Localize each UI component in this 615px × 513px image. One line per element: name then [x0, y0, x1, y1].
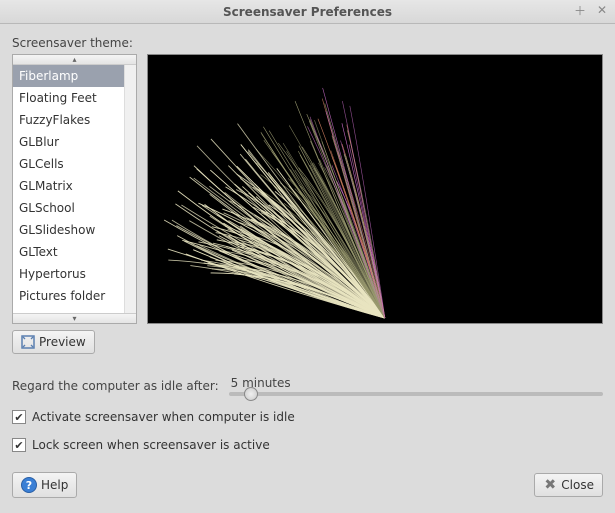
list-item[interactable]: GLSlideshow [13, 219, 124, 241]
titlebar-buttons: ＋ ✕ [573, 3, 609, 17]
close-window-icon[interactable]: ✕ [595, 3, 609, 17]
help-icon: ? [21, 477, 37, 493]
titlebar: Screensaver Preferences ＋ ✕ [0, 0, 615, 24]
preview-button-label: Preview [39, 335, 86, 349]
window-body: Screensaver theme: ▴ FiberlampFloating F… [0, 24, 615, 510]
slider-thumb[interactable] [244, 387, 258, 401]
preview-button[interactable]: Preview [12, 330, 95, 354]
list-item[interactable]: Floating Feet [13, 87, 124, 109]
preview-pane [147, 54, 603, 324]
list-item[interactable]: Pictures folder [13, 285, 124, 307]
top-row: ▴ FiberlampFloating FeetFuzzyFlakesGLBlu… [12, 54, 603, 354]
close-icon: ✖ [543, 478, 557, 492]
idle-label: Regard the computer as idle after: [12, 379, 219, 393]
theme-label: Screensaver theme: [12, 36, 603, 50]
idle-row: Regard the computer as idle after: 5 min… [12, 376, 603, 396]
theme-list: FiberlampFloating FeetFuzzyFlakesGLBlurG… [13, 65, 124, 313]
activate-checkbox[interactable]: ✔ [12, 410, 26, 424]
fiberlamp-preview [148, 55, 602, 323]
list-item[interactable]: Hypertorus [13, 263, 124, 285]
idle-value: 5 minutes [231, 376, 603, 390]
activate-label: Activate screensaver when computer is id… [32, 410, 295, 424]
lock-checkbox[interactable]: ✔ [12, 438, 26, 452]
list-item[interactable]: GLSchool [13, 197, 124, 219]
list-item[interactable]: GLBlur [13, 131, 124, 153]
scrollbar[interactable] [124, 65, 136, 313]
help-button-label: Help [41, 478, 68, 492]
theme-column: ▴ FiberlampFloating FeetFuzzyFlakesGLBlu… [12, 54, 137, 354]
slider-block: 5 minutes [229, 376, 603, 396]
theme-listbox[interactable]: ▴ FiberlampFloating FeetFuzzyFlakesGLBlu… [12, 54, 137, 324]
list-item[interactable]: GLCells [13, 153, 124, 175]
idle-slider[interactable] [229, 392, 603, 396]
lock-label: Lock screen when screensaver is active [32, 438, 270, 452]
list-item[interactable]: GLText [13, 241, 124, 263]
list-item[interactable]: Fiberlamp [13, 65, 124, 87]
minimize-icon[interactable]: ＋ [573, 3, 587, 17]
close-button-label: Close [561, 478, 594, 492]
activate-row: ✔ Activate screensaver when computer is … [12, 410, 603, 424]
preview-button-row: Preview [12, 330, 137, 354]
help-button[interactable]: ? Help [12, 472, 77, 498]
bottom-row: ? Help ✖ Close [12, 472, 603, 498]
fullscreen-icon [21, 335, 35, 349]
scroll-up-icon[interactable]: ▴ [13, 55, 136, 65]
window-title: Screensaver Preferences [223, 5, 392, 19]
list-item[interactable]: GLMatrix [13, 175, 124, 197]
lock-row: ✔ Lock screen when screensaver is active [12, 438, 603, 452]
list-item[interactable]: FuzzyFlakes [13, 109, 124, 131]
scroll-down-icon[interactable]: ▾ [13, 313, 136, 323]
close-button[interactable]: ✖ Close [534, 473, 603, 497]
